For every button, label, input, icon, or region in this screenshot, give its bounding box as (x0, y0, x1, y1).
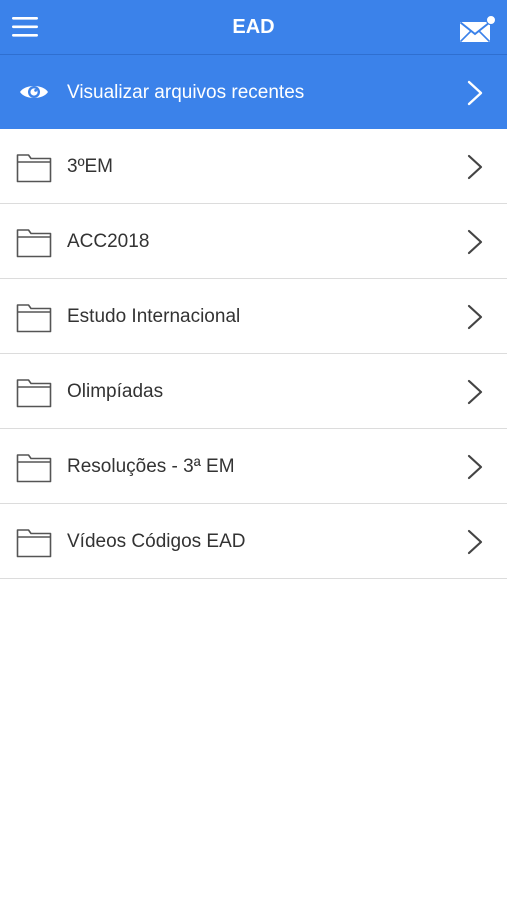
chevron-right-icon (467, 80, 483, 106)
folder-label: 3ºEM (67, 156, 114, 177)
app-screen: EAD Visualizar arquivos recentes 3ºEM AC… (0, 0, 507, 900)
recent-files-row[interactable]: Visualizar arquivos recentes (0, 55, 507, 129)
folder-icon (16, 226, 52, 258)
chevron-right-icon (467, 154, 483, 180)
folder-icon (16, 151, 52, 183)
chevron-right-icon (467, 229, 483, 255)
eye-icon (18, 79, 50, 105)
folder-icon (16, 376, 52, 408)
chevron-right-icon (467, 454, 483, 480)
folder-icon (16, 451, 52, 483)
chevron-right-icon (467, 529, 483, 555)
envelope-notification-icon[interactable] (459, 14, 497, 44)
chevron-right-icon (467, 304, 483, 330)
top-navigation-bar: EAD (0, 0, 507, 55)
folder-row[interactable]: Vídeos Códigos EAD (0, 504, 507, 579)
recent-files-label: Visualizar arquivos recentes (67, 82, 305, 103)
folder-label: Olimpíadas (67, 381, 164, 402)
folder-label: ACC2018 (67, 231, 150, 252)
hamburger-menu-icon[interactable] (12, 16, 38, 38)
folder-icon (16, 301, 52, 333)
folder-row[interactable]: Resoluções - 3ª EM (0, 429, 507, 504)
folder-row[interactable]: Estudo Internacional (0, 279, 507, 354)
folder-label: Estudo Internacional (67, 306, 241, 327)
folder-row[interactable]: Olimpíadas (0, 354, 507, 429)
folder-row[interactable]: ACC2018 (0, 204, 507, 279)
folder-label: Resoluções - 3ª EM (67, 456, 235, 477)
page-title: EAD (232, 16, 275, 38)
folder-label: Vídeos Códigos EAD (67, 531, 246, 552)
folder-icon (16, 526, 52, 558)
folder-row[interactable]: 3ºEM (0, 129, 507, 204)
chevron-right-icon (467, 379, 483, 405)
folder-list: 3ºEM ACC2018 Estudo Internacional Olimpí… (0, 129, 507, 579)
